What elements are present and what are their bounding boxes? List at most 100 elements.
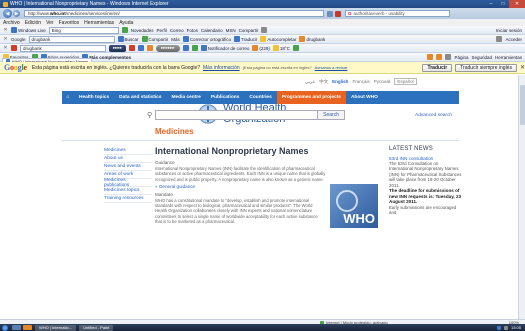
who-card-text: WHO (343, 211, 375, 226)
quicklaunch-icon[interactable] (12, 325, 21, 330)
toolbar3-grey-button[interactable]: ▸▸▸▸▸▸ (156, 44, 180, 52)
url-field[interactable]: http://www. who.int/medicines/services/in… (24, 10, 324, 17)
home-icon[interactable]: ⌂ (62, 95, 74, 100)
tb2-buscar-label: Buscar (124, 36, 139, 42)
tb2-spellcheck[interactable]: Corrector ortográfico (182, 36, 231, 42)
menu-ver[interactable]: Ver (46, 20, 54, 26)
taskbar-ie-window[interactable]: WHO | Internatio... (35, 324, 77, 331)
nav-health-topics[interactable]: Health topics (74, 91, 114, 104)
bing-search-input[interactable]: Bing (48, 26, 119, 34)
volume-icon[interactable] (503, 325, 508, 330)
menu-favoritos[interactable]: Favoritos (59, 20, 80, 26)
toolbar3-search-button[interactable]: ▸▸▸▸ (109, 44, 127, 52)
lang-french[interactable]: Français (352, 79, 369, 84)
menu-archivo[interactable]: Archivo (3, 20, 20, 26)
windows-live-button[interactable]: Windows Live (11, 27, 46, 33)
tb2-drugbank[interactable]: drugbank (299, 36, 325, 42)
wrench-icon[interactable] (496, 36, 503, 42)
tb1-msn[interactable]: MSN (226, 28, 236, 33)
browser-search-field[interactable]: G authoritaveverb - usability (345, 10, 450, 17)
maximize-button[interactable]: □ (497, 0, 509, 8)
always-translate-button[interactable]: Traducir siempre inglés (455, 63, 517, 72)
lang-arabic[interactable]: عربي (305, 79, 315, 85)
site-search-input[interactable] (155, 110, 319, 120)
menu-edicion[interactable]: Edición (25, 20, 41, 26)
sidenav-publications[interactable]: Medicines publications (104, 178, 152, 188)
tb1-novedades[interactable]: Novedades (131, 28, 154, 33)
menu-herramientas-cmd[interactable]: Herramientas (495, 55, 522, 60)
nav-countries[interactable]: Countries (244, 91, 276, 104)
tb1-perfil[interactable]: Perfil (157, 28, 167, 33)
mail-icon[interactable] (129, 45, 136, 51)
nav-data-statistics[interactable]: Data and statistics (114, 91, 166, 104)
tb2-buscar[interactable]: Buscar (117, 36, 139, 42)
menu-herramientas[interactable]: Herramientas (84, 20, 114, 26)
nav-about-who[interactable]: About WHO (346, 91, 383, 104)
tools-icon[interactable] (261, 27, 268, 33)
menu-pagina[interactable]: Página (454, 55, 468, 60)
menu-ayuda[interactable]: Ayuda (119, 20, 133, 26)
print-icon[interactable] (445, 54, 452, 60)
site-search-button[interactable]: Search (318, 110, 345, 120)
tb1-compartir[interactable]: Compartir (239, 28, 259, 33)
stop-icon[interactable] (335, 10, 341, 17)
sidenav-medicines[interactable]: Medicines (104, 147, 152, 155)
tb2-acceder[interactable]: Acceder (505, 37, 522, 42)
taskbar-paint-window[interactable]: Untitled - Paint (79, 324, 114, 331)
chart-icon[interactable] (191, 45, 198, 51)
minimize-button[interactable]: – (485, 0, 497, 8)
facebook-icon[interactable] (182, 45, 189, 51)
network-icon[interactable] (496, 325, 501, 330)
tb2-autofill[interactable]: Autocompletar (260, 36, 296, 42)
close-toolbar-icon[interactable]: ✕ (3, 36, 8, 42)
nav-media-centre[interactable]: Media centre (167, 91, 206, 104)
sidenav-training[interactable]: Training resources (104, 195, 152, 203)
who-promo-image[interactable]: WHO (330, 184, 378, 228)
close-translate-bar-icon[interactable]: ✕ (520, 64, 525, 71)
quicklaunch-icon[interactable] (23, 325, 32, 330)
sidenav-news-events[interactable]: News and events (104, 163, 152, 171)
close-toolbar-icon[interactable]: ✕ (3, 27, 8, 33)
nav-programmes-projects[interactable]: Programmes and projects (276, 91, 346, 104)
sidenav-about-us[interactable]: About us (104, 155, 152, 163)
scrollbar-thumb[interactable] (520, 85, 525, 125)
tb2-translate[interactable]: Traducir (234, 36, 257, 42)
tb2-mas[interactable]: Más (171, 37, 180, 42)
options-icon[interactable] (292, 45, 299, 51)
close-toolbar-icon[interactable]: ✕ (3, 45, 8, 51)
back-button[interactable]: ◀ (3, 9, 12, 18)
lang-english[interactable]: English (332, 79, 348, 84)
games-icon[interactable] (147, 45, 154, 51)
advanced-search-link[interactable]: Advanced search (415, 113, 452, 118)
sidenav-topics[interactable]: Medicines topics (104, 187, 152, 195)
google-search-input[interactable]: drugbank (28, 35, 115, 43)
home-icon[interactable] (427, 54, 434, 60)
refresh-icon[interactable] (327, 10, 333, 17)
tb3-messages[interactable]: (229) (252, 45, 270, 51)
tb3-weather[interactable]: 18°C (272, 45, 290, 51)
rss-icon[interactable] (436, 54, 443, 60)
radio-icon[interactable] (138, 45, 145, 51)
tb2-drugbank-label: drugbank (306, 36, 326, 42)
nav-publications[interactable]: Publications (206, 91, 245, 104)
forward-button[interactable]: ▶ (13, 10, 20, 17)
close-window-button[interactable]: ✕ (509, 0, 525, 8)
tb1-correo[interactable]: Correo (170, 28, 184, 33)
tb3-notifier[interactable]: Notificador de correo (200, 45, 249, 51)
start-button[interactable] (0, 324, 10, 331)
translate-button[interactable]: Traducir (422, 63, 453, 72)
menu-seguridad[interactable]: Seguridad (471, 55, 492, 60)
lang-spanish[interactable]: Español (394, 78, 417, 85)
more-info-link[interactable]: Más información (203, 65, 240, 71)
bing-search-icon[interactable] (121, 27, 128, 33)
clock[interactable]: 13:05 (511, 325, 521, 330)
tb1-calendario[interactable]: Calendario (201, 28, 223, 33)
tb1-fotos[interactable]: Fotos (187, 28, 198, 33)
lang-chinese[interactable]: 中文 (319, 79, 328, 85)
lang-russian[interactable]: Русский (374, 79, 391, 84)
toolbar3-search-input[interactable]: drugbank (20, 44, 106, 52)
vertical-scrollbar[interactable] (518, 75, 525, 319)
report-link[interactable]: Avísanos a revisar (315, 65, 348, 70)
tb2-compartir[interactable]: Compartir (141, 36, 168, 42)
tb1-sign-in[interactable]: Iniciar sesión (496, 28, 522, 33)
